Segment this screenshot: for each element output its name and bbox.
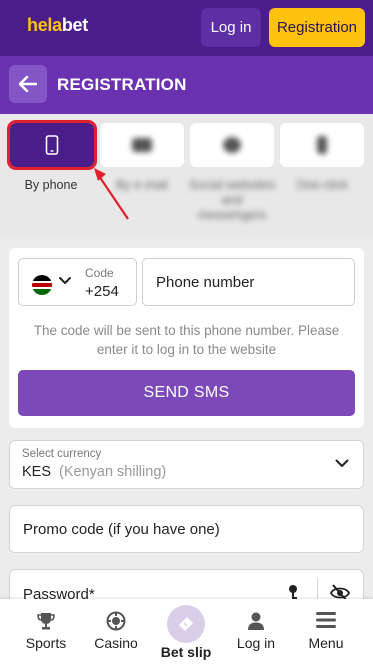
- nav-menu-label: Menu: [308, 635, 344, 651]
- phone-registration-card: Code +254 Phone number The code will be …: [9, 248, 364, 428]
- send-sms-button[interactable]: SEND SMS: [18, 370, 355, 416]
- currency-code: KES: [22, 464, 52, 480]
- nav-sports[interactable]: Sports: [11, 599, 81, 666]
- nav-menu[interactable]: Menu: [291, 599, 361, 666]
- chevron-down-icon: [59, 277, 71, 284]
- casino-chip-icon: [106, 611, 126, 631]
- country-code-selector[interactable]: Code +254: [18, 258, 137, 306]
- ticket-icon: [179, 617, 193, 631]
- trophy-icon: [37, 613, 55, 630]
- annotation-arrow: [94, 168, 129, 220]
- kenya-flag-icon: [32, 275, 52, 295]
- currency-label: Select currency: [22, 448, 102, 460]
- currency-value: KES (Kenyan shilling): [22, 464, 166, 480]
- bet-slip-icon-circle: [167, 605, 205, 643]
- nav-login[interactable]: Log in: [221, 599, 291, 666]
- code-label: Code: [85, 266, 114, 280]
- nav-bet-slip[interactable]: Bet slip: [151, 599, 221, 666]
- nav-bet-slip-label: Bet slip: [160, 644, 212, 660]
- nav-login-label: Log in: [236, 635, 276, 651]
- chevron-down-icon: [335, 459, 349, 467]
- sms-hint-text: The code will be sent to this phone numb…: [33, 323, 340, 357]
- nav-sports-label: Sports: [25, 635, 67, 651]
- promo-code-input[interactable]: Promo code (if you have one): [9, 505, 364, 553]
- phone-number-input[interactable]: Phone number: [142, 258, 355, 306]
- nav-casino-label: Casino: [94, 635, 138, 651]
- menu-icon: [316, 612, 336, 628]
- bottom-navigation: Sports Casino Bet slip Log in Menu: [0, 599, 373, 666]
- user-icon: [248, 612, 264, 630]
- currency-name: (Kenyan shilling): [59, 464, 167, 480]
- nav-casino[interactable]: Casino: [81, 599, 151, 666]
- code-value: +254: [85, 283, 119, 300]
- currency-select[interactable]: Select currency KES (Kenyan shilling): [9, 440, 364, 489]
